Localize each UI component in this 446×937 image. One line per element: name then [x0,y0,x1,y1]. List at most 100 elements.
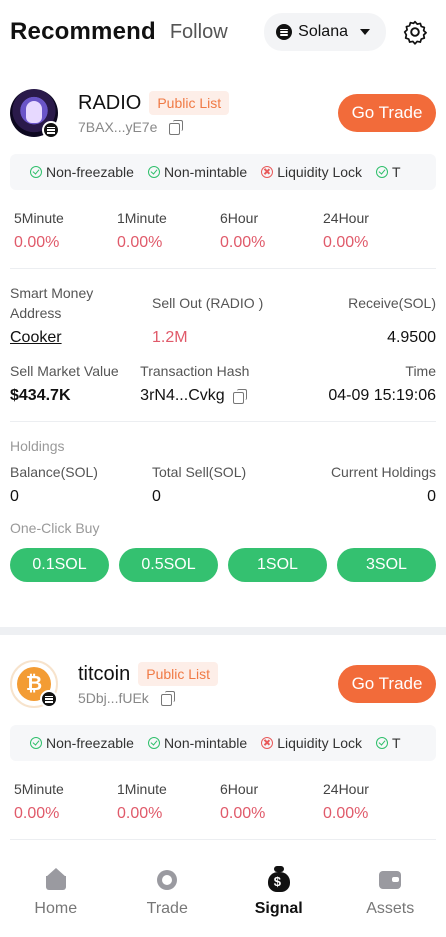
tag-non-freezable: Non-freezable [30,735,134,751]
copy-icon[interactable] [169,120,184,135]
home-icon [43,866,69,892]
top-header: Recommend Follow Solana [0,0,446,64]
copy-icon[interactable] [232,389,247,404]
nav-signal[interactable]: Signal [223,850,335,937]
token-avatar [10,89,60,139]
price-change-row: 5Minute 0.00% 1Minute 0.00% 6Hour 0.00% … [10,781,436,823]
divider [10,268,436,269]
nav-assets[interactable]: Assets [335,850,446,937]
card-separator [0,627,446,635]
tab-recommend[interactable]: Recommend [10,18,156,46]
time-label: Time [405,363,436,379]
tag-liquidity-lock: Liquidity Lock [261,164,362,180]
timeframe-24h: 24Hour 0.00% [323,210,369,251]
tag-truncated: T [376,735,401,751]
token-address: 7BAX...yE7e [78,119,158,135]
nav-trade[interactable]: Trade [112,850,224,937]
copy-icon[interactable] [160,691,175,706]
trade-icon [154,866,180,892]
token-address: 5Dbj...fUEk [78,690,149,706]
holdings-label: Holdings [10,438,65,454]
token-avatar: ₿ [10,660,58,708]
solana-icon [42,121,60,139]
timeframe-1m: 1Minute 0.00% [117,781,167,822]
nav-home[interactable]: Home [0,850,112,937]
tab-follow[interactable]: Follow [170,21,228,44]
receive-label: Receive(SOL) [348,295,436,311]
timeframe-5m: 5Minute 0.00% [14,210,64,251]
trade-details-row: Smart Money Address Cooker Sell Out (RAD… [10,283,436,347]
divider [10,421,436,422]
x-circle-icon [261,737,274,749]
token-row: RADIO Public List 7BAX...yE7e Go Trade [10,80,436,146]
check-circle-icon [376,166,389,178]
token-name: titcoin [78,662,131,685]
chain-label: Solana [298,23,348,40]
tx-hash-label: Transaction Hash [140,363,250,379]
public-list-badge: Public List [149,91,230,115]
buy-0-1-sol-button[interactable]: 0.1SOL [10,548,109,582]
token-row: ₿ titcoin Public List 5Dbj...fUEk Go Tra… [10,651,436,717]
check-circle-icon [30,737,42,749]
buy-0-5-sol-button[interactable]: 0.5SOL [119,548,218,582]
nav-label: Signal [254,900,303,917]
sell-out-value: 1.2M [152,329,188,346]
bottom-nav: Home Trade Signal Assets [0,850,446,937]
caret-down-icon [360,29,370,35]
tag-liquidity-lock: Liquidity Lock [261,735,362,751]
wallet-icon [377,866,403,892]
security-tags: Non-freezable Non-mintable Liquidity Loc… [10,725,436,761]
market-value: $434.7K [10,387,71,404]
check-circle-icon [147,166,160,178]
smart-money-label: Smart Money Address [10,285,94,321]
go-trade-button[interactable]: Go Trade [338,665,436,703]
timeframe-24h: 24Hour 0.00% [323,781,369,822]
chain-selector[interactable]: Solana [264,13,386,51]
one-click-buy-row: 0.1SOL 0.5SOL 1SOL 3SOL [10,548,436,582]
check-circle-icon [376,737,389,749]
buy-1-sol-button[interactable]: 1SOL [228,548,327,582]
public-list-badge: Public List [138,662,219,686]
holdings-row: Balance(SOL) 0 Total Sell(SOL) 0 Current… [10,462,436,506]
timeframe-1m: 1Minute 0.00% [117,210,167,251]
signal-card: ₿ titcoin Public List 5Dbj...fUEk Go Tra… [0,651,446,840]
security-tags: Non-freezable Non-mintable Liquidity Loc… [10,154,436,190]
token-name: RADIO [78,91,142,114]
nav-label: Trade [146,900,188,917]
check-circle-icon [30,166,42,178]
receive-value: 4.9500 [387,329,436,346]
signal-page: Recommend Follow Solana RADIO Public Lis… [0,0,446,937]
nav-label: Home [34,900,78,917]
divider [10,839,436,840]
signal-card: RADIO Public List 7BAX...yE7e Go Trade N… [0,80,446,582]
current-holdings-value: 0 [427,488,436,505]
timeframe-5m: 5Minute 0.00% [14,781,64,822]
tag-non-freezable: Non-freezable [30,164,134,180]
buy-3-sol-button[interactable]: 3SOL [337,548,436,582]
timeframe-6h: 6Hour 0.00% [220,781,266,822]
money-bag-icon [266,866,292,892]
go-trade-button[interactable]: Go Trade [338,94,436,132]
nav-label: Assets [366,900,415,917]
balance-label: Balance(SOL) [10,464,98,480]
check-circle-icon [147,737,160,749]
timeframe-6h: 6Hour 0.00% [220,210,266,251]
price-change-row: 5Minute 0.00% 1Minute 0.00% 6Hour 0.00% … [10,210,436,252]
gear-icon[interactable] [402,19,428,45]
x-circle-icon [261,166,274,178]
market-value-label: Sell Market Value [10,363,119,379]
smart-money-address[interactable]: Cooker [10,329,152,347]
tag-truncated: T [376,164,401,180]
sell-out-label: Sell Out (RADIO ) [152,295,264,311]
balance-value: 0 [10,488,19,505]
total-sell-value: 0 [152,488,161,505]
one-click-buy-label: One-Click Buy [10,520,100,536]
current-holdings-label: Current Holdings [330,464,436,480]
solana-icon [40,690,58,708]
tx-hash[interactable]: 3rN4...Cvkg [140,387,282,405]
tag-non-mintable: Non-mintable [147,735,247,751]
tag-non-mintable: Non-mintable [147,164,247,180]
market-details-row: Sell Market Value $434.7K Transaction Ha… [10,361,436,405]
total-sell-label: Total Sell(SOL) [152,464,247,480]
time-value: 04-09 15:19:06 [328,387,436,404]
